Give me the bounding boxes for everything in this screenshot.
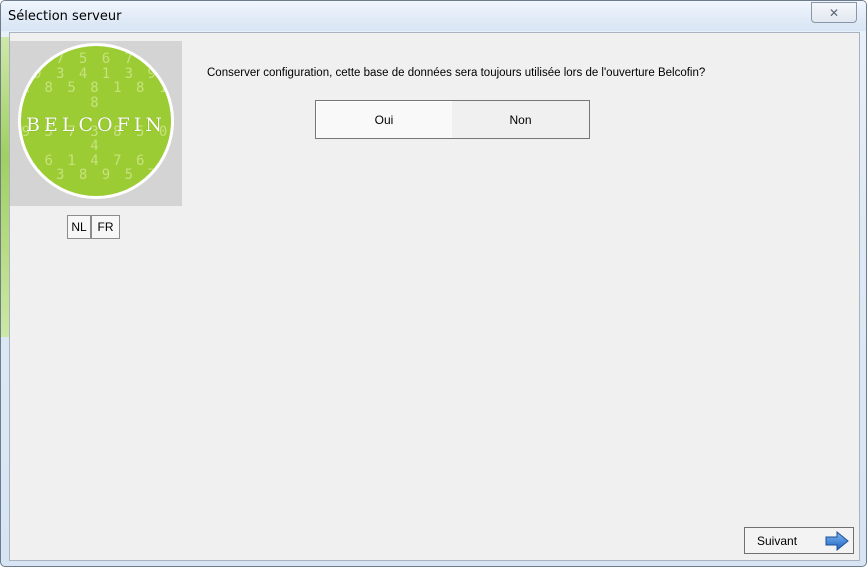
- close-icon: ✕: [828, 5, 840, 20]
- option-oui-button[interactable]: Oui: [315, 100, 453, 139]
- close-button[interactable]: ✕: [811, 2, 857, 23]
- left-accent-strip: [1, 37, 9, 337]
- belcofin-logo: 7 5 6 7 9 3 4 1 3 9 2 8 5 8 1 8 1 8 9 5 …: [18, 43, 174, 199]
- language-nl-button[interactable]: NL: [67, 215, 91, 239]
- right-arrow-icon: [825, 531, 849, 551]
- logo-digit-row: 7 5 6 7: [55, 51, 136, 67]
- window-title: Sélection serveur: [8, 9, 122, 24]
- logo-digit-row: 2 8 5 8 1 8 1 8: [21, 80, 171, 111]
- dialog-window: Sélection serveur ✕ 7 5 6 7 9 3 4 1 3 9 …: [0, 0, 867, 567]
- dialog-content: 7 5 6 7 9 3 4 1 3 9 2 8 5 8 1 8 1 8 9 5 …: [9, 32, 860, 561]
- logo-panel: 7 5 6 7 9 3 4 1 3 9 2 8 5 8 1 8 1 8 9 5 …: [10, 41, 182, 206]
- logo-digit-row: 9 3 4 1 3 9: [33, 65, 159, 82]
- question-text: Conserver configuration, cette base de d…: [207, 67, 706, 79]
- language-fr-button[interactable]: FR: [91, 215, 120, 239]
- option-non-button[interactable]: Non: [452, 100, 590, 139]
- next-button[interactable]: Suivant: [744, 527, 854, 554]
- title-bar: Sélection serveur ✕: [1, 1, 866, 31]
- next-button-label: Suivant: [757, 533, 798, 548]
- logo-brand-text: BELCOFIN: [26, 114, 166, 136]
- logo-digit-row: 8 6 1 4 7 6 4: [21, 152, 171, 169]
- logo-digit-row: 2 3 8 9 5 7: [33, 167, 159, 183]
